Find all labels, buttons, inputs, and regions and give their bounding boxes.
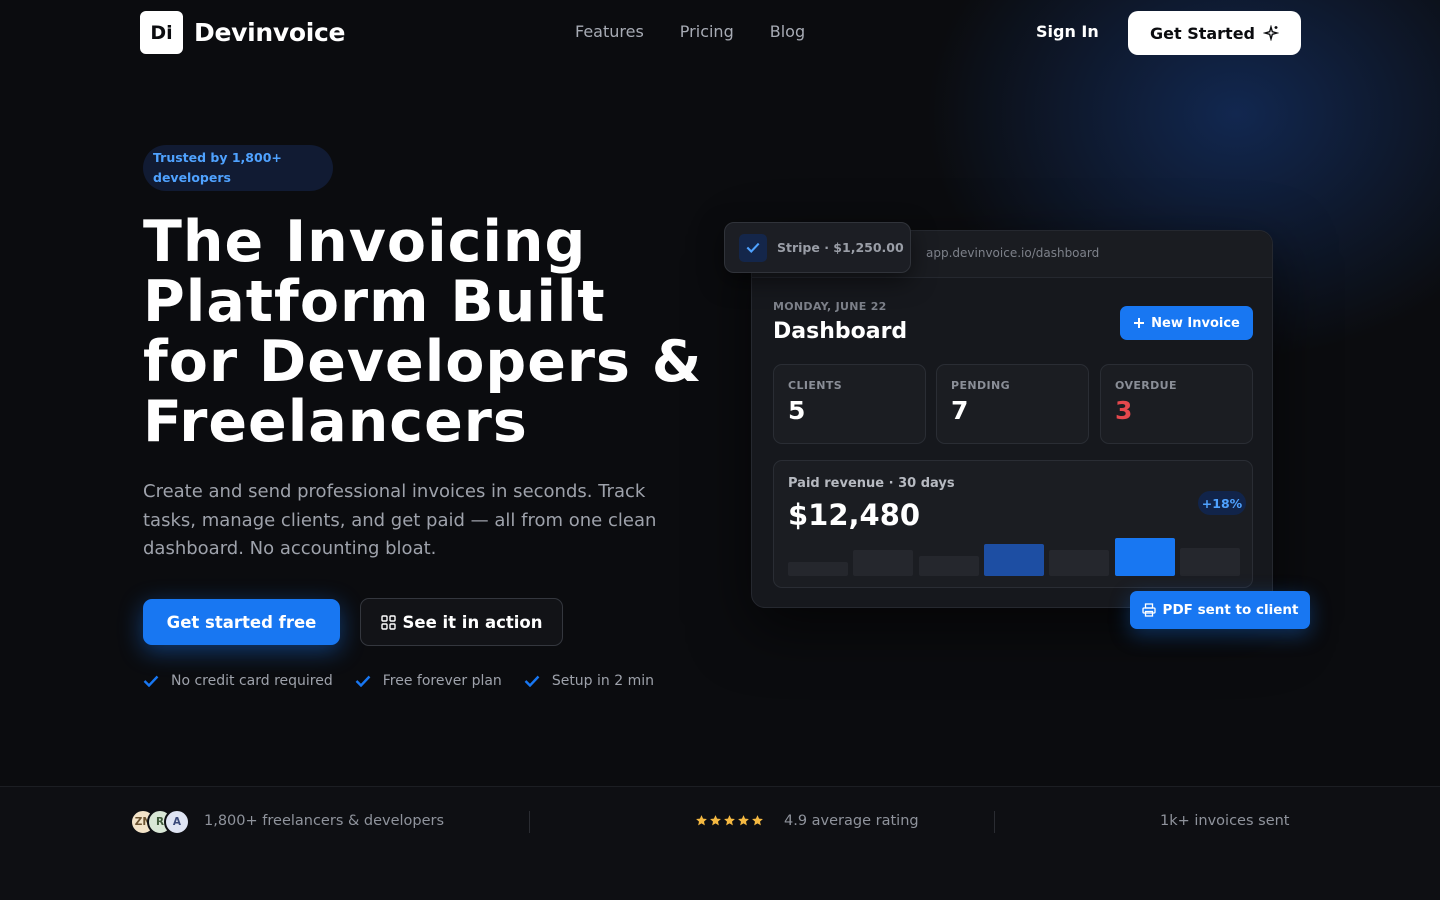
dashboard-title: Dashboard [773,319,908,344]
logo-mark: Di [140,11,183,54]
stat-card-clients: CLIENTS 5 [773,364,926,444]
dashboard-date: MONDAY, JUNE 22 [773,300,887,313]
nav-links: Features Pricing Blog [575,22,805,41]
invoices-sent-text: 1k+ invoices sent [1160,813,1290,829]
revenue-bar-chart [788,536,1240,576]
social-proof-strip: ZN R A 1,800+ freelancers & developers 4… [0,786,1440,900]
avatar: A [164,809,190,835]
revenue-bar [853,550,914,576]
brand-name: Devinvoice [194,18,346,47]
see-it-in-action-button[interactable]: See it in action [360,598,563,646]
get-started-button[interactable]: Get Started [1128,11,1301,55]
revenue-change-badge: +18% [1198,491,1246,515]
get-started-label: Get Started [1149,23,1255,43]
new-invoice-button[interactable]: New Invoice [1120,306,1253,340]
revenue-bar [1179,548,1240,576]
stat-card-overdue: OVERDUE 3 [1100,364,1253,444]
logo[interactable]: Di Devinvoice [140,11,345,54]
new-invoice-label: New Invoice [1151,315,1240,331]
hero-headline: The Invoicing Platform Built for Develop… [143,209,703,455]
trust-badge: Trusted by 1,800+ developers [143,145,333,191]
stat-value: 7 [951,396,969,425]
check-label: Setup in 2 min [551,673,654,689]
grid-icon [380,614,396,630]
check-icon [143,675,159,687]
nav-link-features[interactable]: Features [575,22,644,41]
see-it-in-action-label: See it in action [402,612,543,632]
avatar-stack: ZN R A [130,809,190,835]
divider [529,811,530,833]
check-item: No credit card required [143,673,333,689]
stat-label: PENDING [951,379,1011,392]
divider [994,811,995,833]
check-icon [524,675,540,687]
revenue-value: $12,480 [788,498,921,532]
dashboard-preview: app.devinvoice.io/dashboard MONDAY, JUNE… [751,230,1273,608]
stat-card-pending: PENDING 7 [936,364,1089,444]
pdf-toast-text: PDF sent to client [1162,602,1299,618]
check-label: Free forever plan [382,673,502,689]
stat-value: 5 [788,396,806,425]
nav-link-blog[interactable]: Blog [770,22,805,41]
revenue-bar [1114,538,1175,576]
printer-icon [1141,603,1156,617]
stripe-toast-text: Stripe · $1,250.00 [777,240,904,255]
check-icon [355,675,371,687]
feature-checks: No credit card required Free forever pla… [143,673,654,689]
hero-subheadline: Create and send professional invoices in… [143,481,657,559]
revenue-card: Paid revenue · 30 days $12,480 +18% [773,460,1253,588]
revenue-bar [918,556,979,576]
stripe-payment-toast: Stripe · $1,250.00 [724,222,911,273]
stat-label: CLIENTS [788,379,843,392]
star-icon [724,815,735,826]
star-icon [696,815,707,826]
pdf-sent-toast: PDF sent to client [1130,591,1310,629]
url-text: app.devinvoice.io/dashboard [926,246,1100,260]
star-icon [752,815,763,826]
stripe-check-badge [739,233,767,262]
nav-link-pricing[interactable]: Pricing [680,22,734,41]
revenue-bar [788,562,848,576]
rating-text: 4.9 average rating [784,813,919,829]
plus-icon [1134,318,1145,328]
check-item: Setup in 2 min [524,673,654,689]
star-icon [738,815,749,826]
revenue-bar [983,544,1044,576]
get-started-free-button[interactable]: Get started free [143,599,340,645]
check-item: Free forever plan [355,673,502,689]
revenue-bar [1049,550,1110,576]
sign-in-link[interactable]: Sign In [1036,22,1099,41]
check-icon [746,242,760,253]
rating-stars [695,814,764,827]
revenue-label: Paid revenue · 30 days [788,476,955,491]
top-nav: Di Devinvoice Features Pricing Blog Sign… [0,0,1440,66]
check-label: No credit card required [171,673,333,689]
users-count-text: 1,800+ freelancers & developers [204,813,445,829]
stat-value: 3 [1115,396,1133,425]
stat-label: OVERDUE [1115,379,1177,392]
sparkle-icon [1263,25,1279,41]
star-icon [710,815,721,826]
